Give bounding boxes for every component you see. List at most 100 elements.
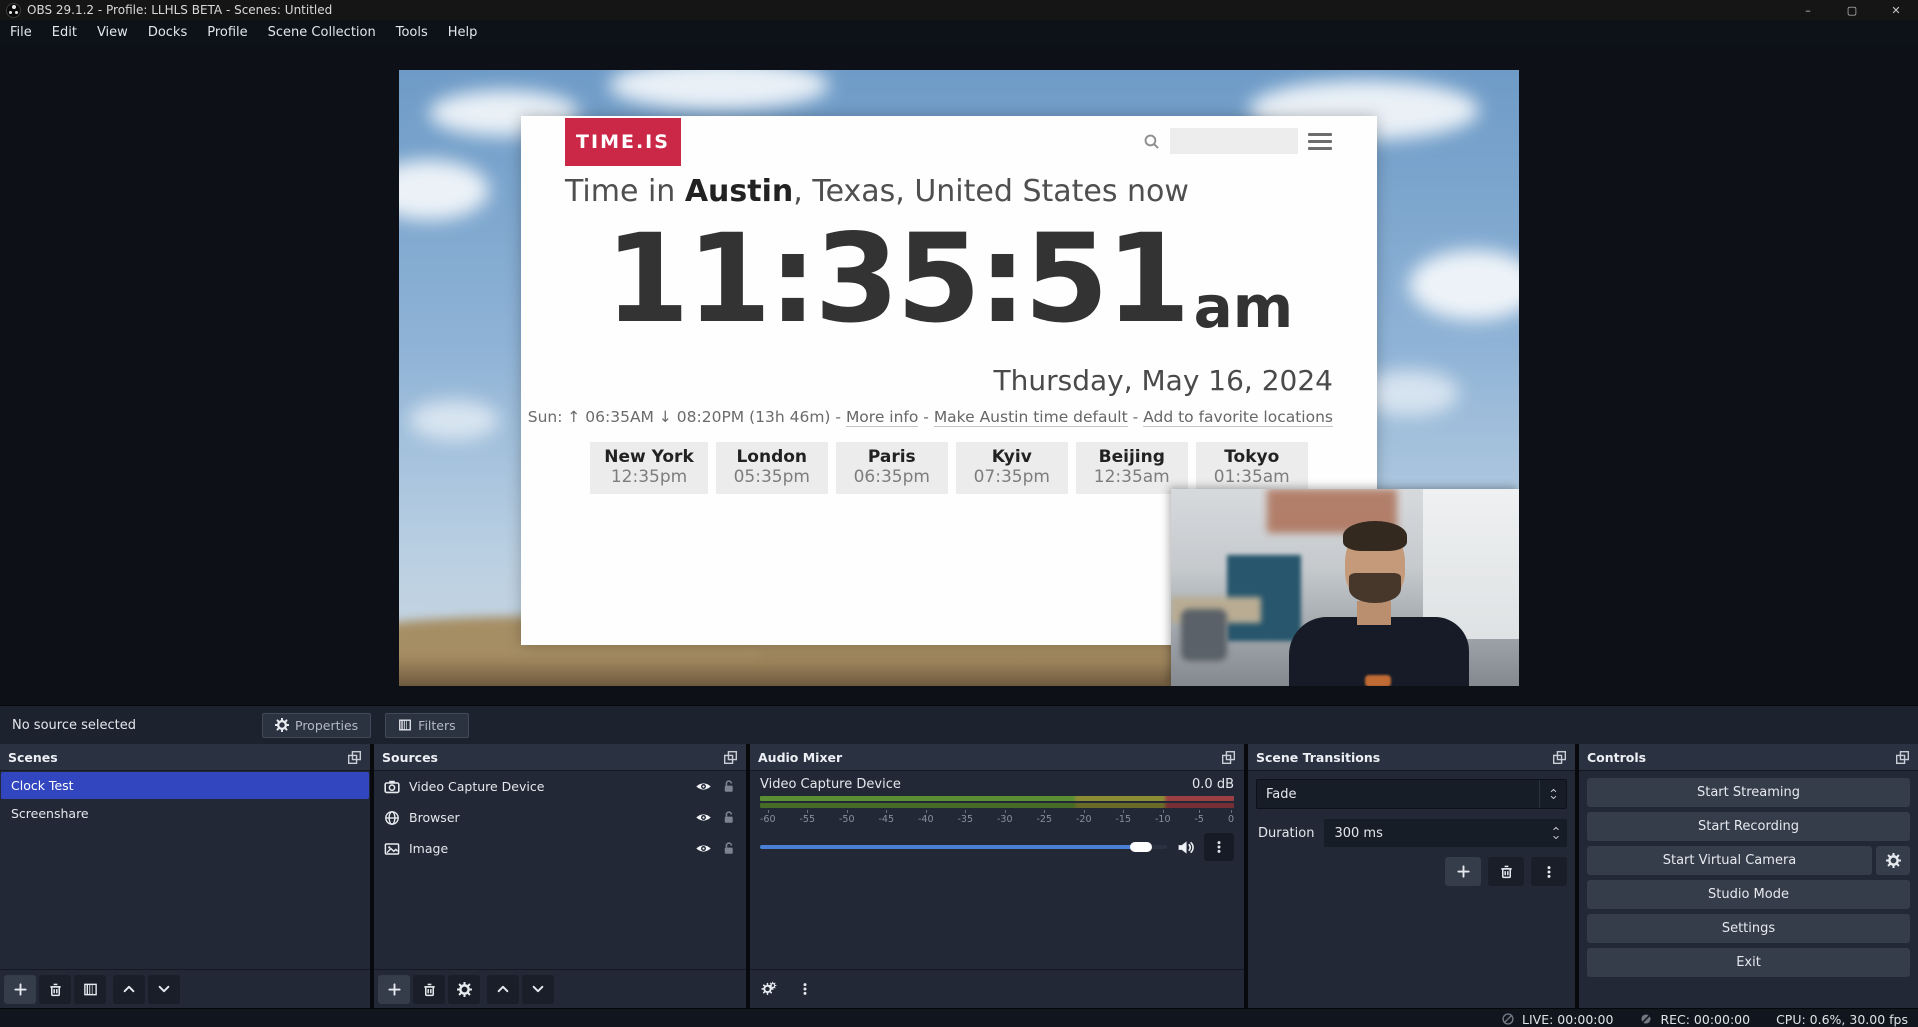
city-card[interactable]: Beijing12:35am — [1076, 442, 1188, 494]
meter-scale: -60-55-50 -45-40-35 -30-25-20 -15-10-5 0 — [760, 810, 1234, 825]
remove-source-button[interactable] — [413, 975, 445, 1004]
close-button[interactable]: ✕ — [1874, 0, 1918, 20]
source-row-video-capture[interactable]: Video Capture Device — [374, 771, 746, 802]
city-card[interactable]: Kyiv07:35pm — [956, 442, 1068, 494]
scene-down-button[interactable] — [148, 975, 180, 1004]
hamburger-menu-icon[interactable] — [1308, 133, 1332, 150]
add-source-button[interactable] — [378, 975, 410, 1004]
duration-input[interactable]: 300 ms — [1324, 819, 1567, 847]
remove-transition-button[interactable] — [1488, 857, 1524, 886]
chevron-down-icon — [1549, 794, 1558, 801]
city-card[interactable]: Paris06:35pm — [836, 442, 948, 494]
minimize-button[interactable]: – — [1786, 0, 1830, 20]
filters-button[interactable]: Filters — [385, 713, 468, 738]
start-streaming-button[interactable]: Start Streaming — [1587, 778, 1910, 807]
add-scene-button[interactable] — [4, 975, 36, 1004]
start-virtual-camera-button[interactable]: Start Virtual Camera — [1587, 846, 1872, 875]
properties-button[interactable]: Properties — [262, 713, 371, 738]
current-time: 11:35:51 am — [521, 218, 1377, 340]
scene-up-button[interactable] — [113, 975, 145, 1004]
program-canvas[interactable]: TIME.IS Time in Austin, Texas, United St… — [399, 70, 1519, 686]
menu-edit[interactable]: Edit — [42, 20, 87, 46]
transition-select[interactable]: Fade — [1256, 779, 1567, 809]
city-name: Austin — [685, 174, 793, 209]
lock-icon[interactable] — [721, 810, 736, 825]
city-card[interactable]: Tokyo01:35am — [1196, 442, 1308, 494]
remove-scene-button[interactable] — [39, 975, 71, 1004]
make-default-link[interactable]: Make Austin time default — [934, 408, 1128, 427]
menu-view[interactable]: View — [87, 20, 138, 46]
plus-icon — [13, 982, 28, 997]
menu-docks[interactable]: Docks — [138, 20, 197, 46]
timeis-logo[interactable]: TIME.IS — [565, 118, 681, 166]
speaker-icon[interactable] — [1177, 839, 1194, 856]
scene-filters-button[interactable] — [74, 975, 106, 1004]
menu-tools[interactable]: Tools — [386, 20, 438, 46]
more-info-link[interactable]: More info — [846, 408, 918, 427]
cloud — [399, 160, 489, 220]
source-down-button[interactable] — [522, 975, 554, 1004]
duration-spinners[interactable] — [1545, 825, 1567, 841]
person-neck — [1357, 601, 1391, 625]
popout-icon[interactable] — [1895, 750, 1910, 765]
city-card[interactable]: London05:35pm — [716, 442, 828, 494]
lock-icon[interactable] — [721, 779, 736, 794]
mixer-level-db: 0.0 dB — [1192, 777, 1234, 792]
preview-area[interactable]: TIME.IS Time in Austin, Texas, United St… — [0, 46, 1918, 705]
start-recording-button[interactable]: Start Recording — [1587, 812, 1910, 841]
person-hair — [1343, 521, 1407, 551]
transition-options-button[interactable] — [1531, 857, 1567, 886]
settings-button[interactable]: Settings — [1587, 914, 1910, 943]
duration-label: Duration — [1256, 826, 1314, 841]
scene-item-screenshare[interactable]: Screenshare — [1, 800, 369, 827]
eye-icon[interactable] — [695, 840, 712, 857]
menu-help[interactable]: Help — [438, 20, 488, 46]
select-carets — [1539, 780, 1566, 808]
live-timer: LIVE: 00:00:00 — [1522, 1012, 1613, 1027]
city-card[interactable]: New York12:35pm — [590, 442, 708, 494]
eye-icon[interactable] — [695, 809, 712, 826]
source-up-button[interactable] — [487, 975, 519, 1004]
lock-icon[interactable] — [721, 841, 736, 856]
volume-slider[interactable] — [760, 845, 1167, 849]
menu-profile[interactable]: Profile — [197, 20, 257, 46]
trash-icon — [1499, 864, 1514, 879]
cloud — [609, 70, 829, 110]
add-favorite-link[interactable]: Add to favorite locations — [1143, 408, 1333, 427]
volume-slider-handle[interactable] — [1130, 842, 1152, 852]
popout-icon[interactable] — [347, 750, 362, 765]
search-input[interactable] — [1170, 128, 1298, 154]
person-beard — [1349, 573, 1401, 603]
rec-timer: REC: 00:00:00 — [1660, 1012, 1750, 1027]
rec-inactive-icon — [1639, 1012, 1653, 1026]
search-icon — [1143, 133, 1160, 150]
exit-button[interactable]: Exit — [1587, 948, 1910, 977]
add-transition-button[interactable] — [1445, 857, 1481, 886]
source-properties-button[interactable] — [448, 975, 480, 1004]
advanced-audio-icon — [761, 981, 779, 997]
maximize-button[interactable]: ▢ — [1830, 0, 1874, 20]
sun-info-line: Sun: ↑ 06:35AM ↓ 08:20PM (13h 46m) - Mor… — [528, 408, 1333, 426]
sources-title: Sources — [382, 750, 438, 765]
filter-icon — [83, 982, 98, 997]
advanced-audio-button[interactable] — [754, 975, 786, 1004]
trash-icon — [422, 982, 437, 997]
source-row-image[interactable]: Image — [374, 833, 746, 864]
mixer-options-button[interactable] — [1204, 833, 1234, 861]
popout-icon[interactable] — [1552, 750, 1567, 765]
webcam-overlay — [1171, 489, 1519, 686]
virtual-camera-settings-button[interactable] — [1876, 846, 1910, 875]
menu-file[interactable]: File — [0, 20, 42, 46]
popout-icon[interactable] — [1221, 750, 1236, 765]
plus-icon — [1456, 864, 1471, 879]
menu-scene-collection[interactable]: Scene Collection — [258, 20, 386, 46]
menu-bar: File Edit View Docks Profile Scene Colle… — [0, 20, 1918, 46]
source-row-browser[interactable]: Browser — [374, 802, 746, 833]
scene-item-clock-test[interactable]: Clock Test — [1, 772, 369, 799]
studio-mode-button[interactable]: Studio Mode — [1587, 880, 1910, 909]
eye-icon[interactable] — [695, 778, 712, 795]
dots-vertical-icon — [1212, 840, 1226, 854]
transitions-title: Scene Transitions — [1256, 750, 1380, 765]
mixer-menu-button[interactable] — [789, 975, 821, 1004]
popout-icon[interactable] — [723, 750, 738, 765]
